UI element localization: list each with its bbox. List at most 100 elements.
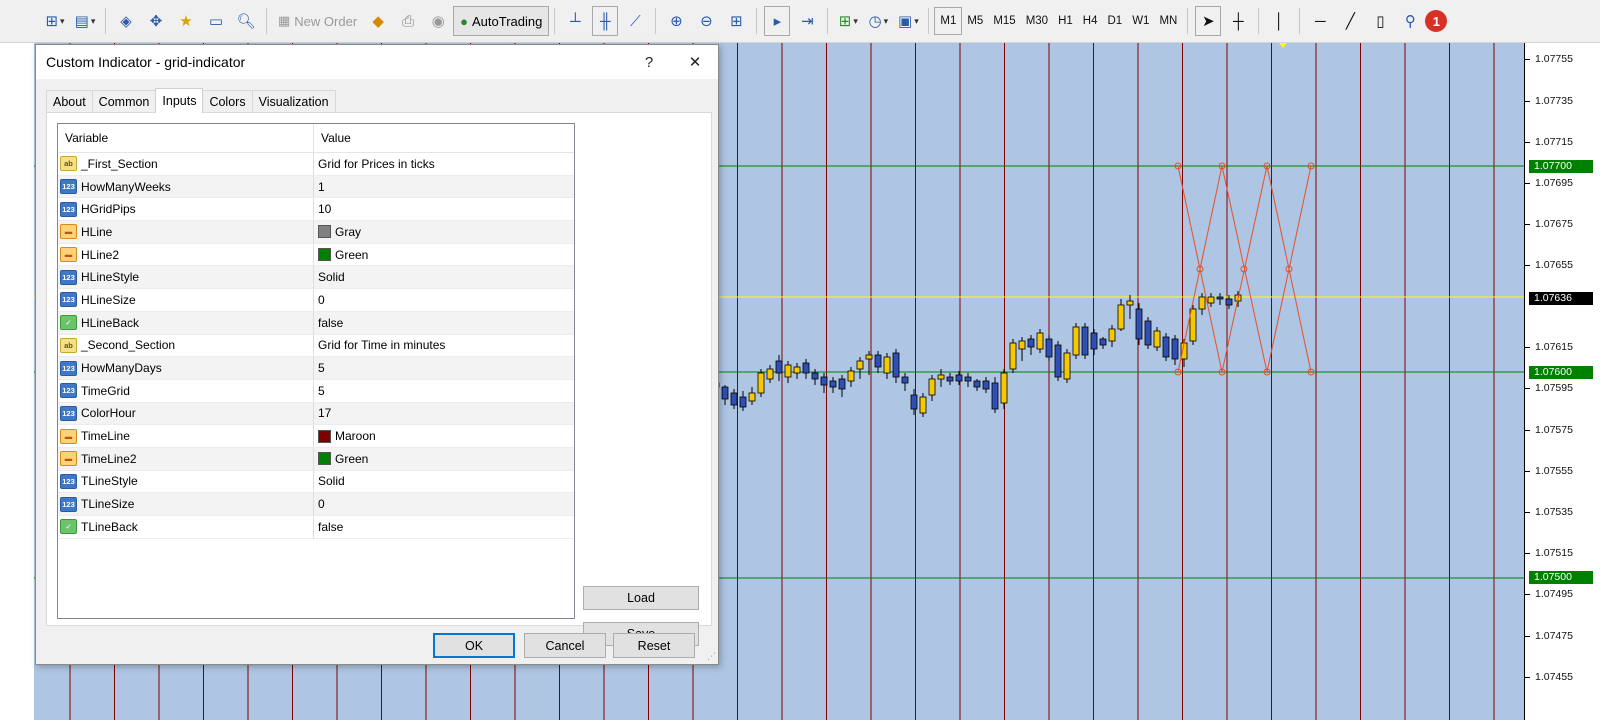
autoscroll-icon[interactable]: ▸ — [764, 6, 791, 36]
variable-cell: ▬ TimeLine2 — [58, 447, 314, 470]
notifications-badge[interactable]: 1 — [1425, 10, 1448, 32]
table-row[interactable]: ab _Second_Section Grid for Time in minute… — [58, 334, 574, 358]
value-cell[interactable]: Maroon — [314, 425, 574, 447]
timeframe-w1[interactable]: W1 — [1127, 7, 1154, 35]
timeframe-m5[interactable]: M5 — [962, 7, 988, 35]
value-cell[interactable]: false — [314, 312, 574, 334]
cancel-button[interactable]: Cancel — [524, 633, 606, 658]
price-tick — [1525, 471, 1530, 472]
value-cell[interactable]: Gray — [314, 221, 574, 243]
horizontal-line-icon[interactable]: ─ — [1307, 6, 1333, 36]
new-chart-icon[interactable]: ⊞ — [42, 6, 68, 36]
value-cell[interactable]: 17 — [314, 403, 574, 425]
table-row[interactable]: ▬ HLine2 Green — [58, 243, 574, 267]
table-row[interactable]: ✓ HLineBack false — [58, 311, 574, 335]
help-button[interactable]: ? — [626, 45, 672, 79]
value-cell[interactable]: 10 — [314, 198, 574, 220]
data-window-icon[interactable]: ✥ — [143, 6, 169, 36]
variable-cell: ✓ TLineBack — [58, 516, 314, 538]
table-row[interactable]: 123 TimeGrid 5 — [58, 379, 574, 403]
value-cell[interactable]: 1 — [314, 176, 574, 198]
timeframe-d1[interactable]: D1 — [1102, 7, 1127, 35]
table-row[interactable]: ✓ TLineBack false — [58, 516, 574, 539]
periods-icon[interactable]: ◷ — [865, 6, 891, 36]
value-cell[interactable]: 5 — [314, 380, 574, 402]
dialog-titlebar[interactable]: Custom Indicator - grid-indicator ? ✕ — [36, 45, 718, 79]
timeframe-h4[interactable]: H4 — [1078, 7, 1103, 35]
profiles-icon[interactable]: ▤ — [72, 6, 98, 36]
table-row[interactable]: 123 TLineStyle Solid — [58, 470, 574, 494]
tab-visualization[interactable]: Visualization — [251, 90, 336, 112]
autotrading-button[interactable]: ● AutoTrading — [453, 6, 550, 36]
templates-icon[interactable]: ▣ — [895, 6, 921, 36]
table-row[interactable]: ▬ TimeLine2 Green — [58, 447, 574, 471]
value-cell[interactable]: false — [314, 516, 574, 538]
variable-cell: 123 TLineSize — [58, 493, 314, 515]
bearish-candle — [775, 360, 783, 374]
tab-common[interactable]: Common — [91, 90, 157, 112]
ok-button[interactable]: OK — [433, 633, 515, 658]
value-cell[interactable]: Solid — [314, 471, 574, 493]
value-cell[interactable]: Green — [314, 244, 574, 266]
value-cell[interactable]: 0 — [314, 493, 574, 515]
table-row[interactable]: 123 HowManyDays 5 — [58, 357, 574, 380]
tab-colors[interactable]: Colors — [202, 90, 253, 112]
indicators-icon[interactable]: ⊞ — [835, 6, 861, 36]
tab-inputs[interactable]: Inputs — [155, 88, 204, 113]
value-cell[interactable]: 5 — [314, 357, 574, 379]
timeframe-mn[interactable]: MN — [1154, 7, 1182, 35]
timeframe-m15[interactable]: M15 — [988, 7, 1020, 35]
table-row[interactable]: 123 TLineSize 0 — [58, 493, 574, 516]
print-icon[interactable]: ⎙ — [395, 6, 421, 36]
metaeditor-icon[interactable]: ◆ — [365, 6, 391, 36]
reset-button[interactable]: Reset — [613, 633, 695, 658]
value-column-header[interactable]: Value — [314, 124, 351, 152]
load-button[interactable]: Load — [583, 586, 699, 610]
inputs-grid[interactable]: Variable Value ab _First_Section Grid for … — [57, 123, 575, 619]
new-order-button[interactable]: ▦ New Order — [272, 6, 363, 36]
timeframe-h1[interactable]: H1 — [1053, 7, 1078, 35]
value-cell[interactable]: Green — [314, 448, 574, 470]
table-row[interactable]: 123 HowManyWeeks 1 — [58, 175, 574, 199]
terminal-icon[interactable]: ▭ — [203, 6, 229, 36]
timeframe-m30[interactable]: M30 — [1021, 7, 1053, 35]
strategy-tester-icon[interactable]: 🔍︎ — [233, 6, 259, 36]
vertical-line-icon[interactable]: │ — [1266, 6, 1292, 36]
tab-about[interactable]: About — [46, 90, 93, 112]
market-watch-icon[interactable]: ◈ — [113, 6, 139, 36]
table-row[interactable]: ▬ HLine Gray — [58, 221, 574, 244]
close-button[interactable]: ✕ — [672, 45, 718, 79]
signals-icon[interactable]: ◉ — [425, 6, 451, 36]
table-row[interactable]: 123 HLineStyle Solid — [58, 266, 574, 290]
value-cell[interactable]: Grid for Prices in ticks — [314, 153, 574, 175]
candlestick-icon[interactable]: ╫ — [592, 6, 619, 36]
value-cell[interactable]: Solid — [314, 266, 574, 288]
variable-cell: 123 HLineStyle — [58, 266, 314, 289]
timeframe-m1[interactable]: M1 — [934, 7, 963, 35]
line-chart-icon[interactable]: ⟋ — [622, 6, 648, 36]
tile-windows-icon[interactable]: ⊞ — [723, 6, 749, 36]
value-cell[interactable]: 0 — [314, 289, 574, 311]
variable-name: HLine — [81, 224, 113, 239]
chart-shift-icon[interactable]: ⇥ — [794, 6, 820, 36]
trendline-icon[interactable]: ╱ — [1337, 6, 1363, 36]
cursor-icon[interactable]: ➤ — [1195, 6, 1222, 36]
table-row[interactable]: 123 ColorHour 17 — [58, 402, 574, 426]
bearish-candle — [901, 376, 909, 384]
channel-icon[interactable]: ▯ — [1367, 6, 1393, 36]
string-type-icon: ab — [60, 156, 77, 172]
table-row[interactable]: ab _First_Section Grid for Prices in ticks — [58, 153, 574, 176]
table-row[interactable]: 123 HLineSize 0 — [58, 289, 574, 312]
value-cell[interactable]: Grid for Time in minutes — [314, 335, 574, 357]
table-row[interactable]: ▬ TimeLine Maroon — [58, 425, 574, 448]
bar-chart-icon[interactable]: ┴ — [562, 6, 588, 36]
navigator-icon[interactable]: ★ — [173, 6, 199, 36]
zoom-in-icon[interactable]: ⊕ — [663, 6, 689, 36]
table-row[interactable]: 123 HGridPips 10 — [58, 198, 574, 222]
search-icon[interactable]: ⚲ — [1397, 6, 1423, 36]
crosshair-icon[interactable]: ┼ — [1225, 6, 1251, 36]
zoom-out-icon[interactable]: ⊖ — [693, 6, 719, 36]
bullish-candle — [865, 354, 873, 360]
resize-grip-icon[interactable]: ⋰ — [707, 651, 716, 662]
variable-column-header[interactable]: Variable — [58, 124, 314, 152]
